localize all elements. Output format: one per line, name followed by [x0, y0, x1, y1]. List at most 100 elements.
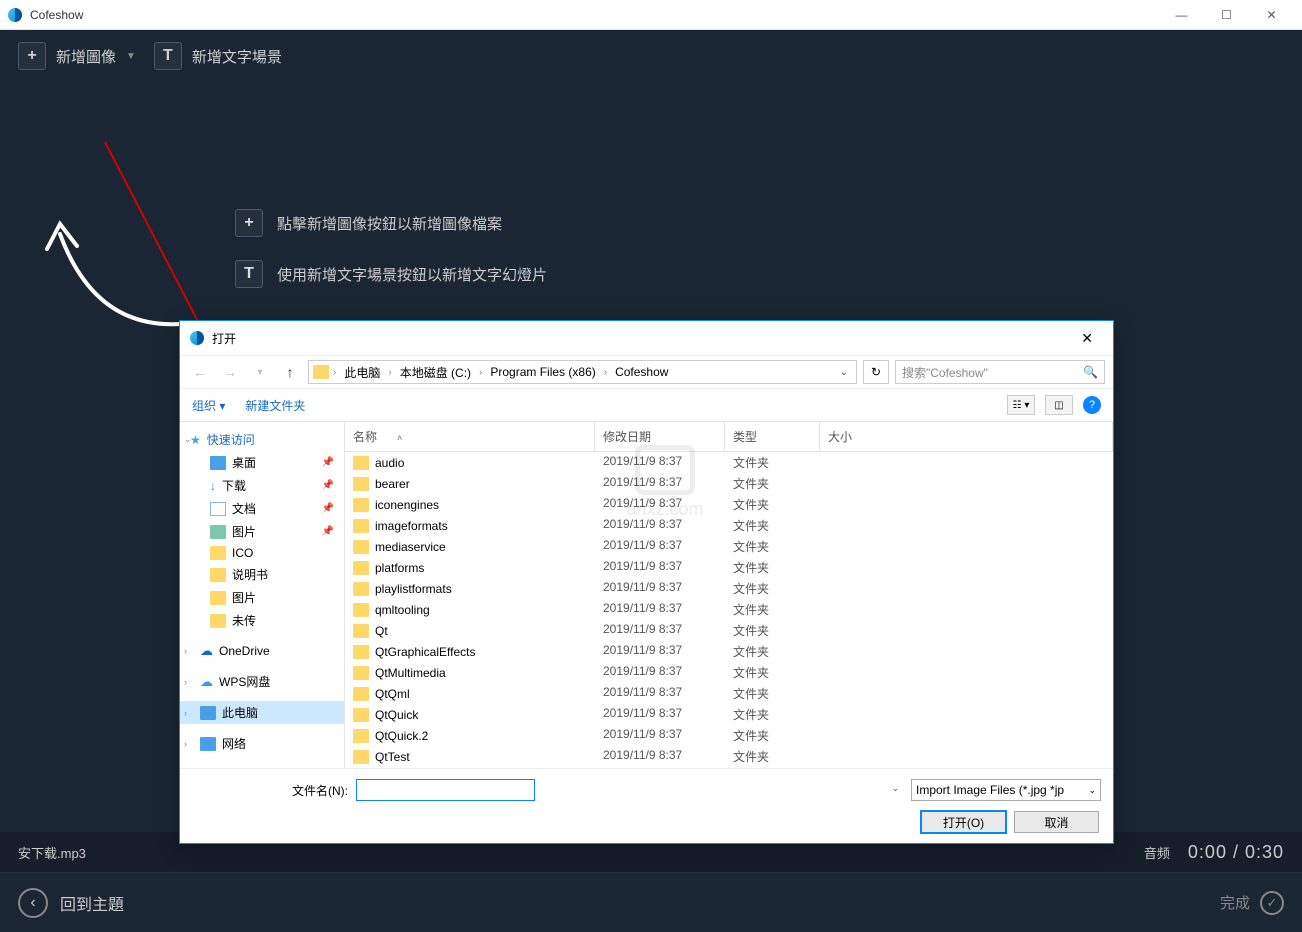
close-button[interactable]: ✕: [1249, 1, 1294, 29]
breadcrumb-dropdown-icon[interactable]: ⌄: [836, 367, 852, 378]
hand-drawn-arrow-icon: [35, 174, 215, 334]
sidebar-item[interactable]: 说明书: [180, 563, 344, 586]
hint-add-text: T 使用新增文字場景按鈕以新增文字幻燈片: [235, 260, 547, 288]
pin-icon: 📌: [322, 503, 334, 514]
folder-icon: [353, 624, 369, 638]
sidebar-item[interactable]: 桌面📌: [180, 451, 344, 474]
file-row[interactable]: audio2019/11/9 8:37文件夹: [345, 452, 1113, 473]
ico-download-icon: ↓: [210, 479, 216, 493]
sidebar-item[interactable]: ↓下载📌: [180, 474, 344, 497]
folder-icon: [353, 477, 369, 491]
back-label: 回到主題: [60, 891, 124, 915]
view-mode-button[interactable]: ☷ ▾: [1007, 395, 1035, 415]
file-row[interactable]: mediaservice2019/11/9 8:37文件夹: [345, 536, 1113, 557]
col-size[interactable]: 大小: [820, 422, 1113, 451]
ico-folder-icon: [210, 591, 226, 605]
file-row[interactable]: QtGraphicalEffects2019/11/9 8:37文件夹: [345, 641, 1113, 662]
sidebar-this-pc[interactable]: › 此电脑: [180, 701, 344, 724]
folder-icon: [353, 519, 369, 533]
ico-folder-icon: [210, 614, 226, 628]
folder-icon: [353, 729, 369, 743]
folder-icon: [313, 365, 329, 379]
file-row[interactable]: QtQml2019/11/9 8:37文件夹: [345, 683, 1113, 704]
time-display: 0:00 / 0:30: [1188, 842, 1284, 863]
sidebar-onedrive[interactable]: › ☁ OneDrive: [180, 640, 344, 662]
file-row[interactable]: qmltooling2019/11/9 8:37文件夹: [345, 599, 1113, 620]
nav-recent-button[interactable]: ▾: [248, 367, 272, 378]
nav-up-button[interactable]: ↑: [278, 364, 302, 380]
done-label: 完成: [1220, 892, 1250, 913]
text-icon: T: [154, 42, 182, 70]
dialog-title: 打开: [212, 330, 1071, 347]
file-row[interactable]: QtMultimedia2019/11/9 8:37文件夹: [345, 662, 1113, 683]
ico-desktop-icon: [210, 456, 226, 470]
crumb-cofeshow[interactable]: Cofeshow: [611, 365, 672, 379]
search-placeholder: 搜索"Cofeshow": [902, 364, 988, 381]
sidebar-quick-access[interactable]: ⌄ ★ 快速访问: [180, 428, 344, 451]
preview-pane-button[interactable]: ◫: [1045, 395, 1073, 415]
folder-icon: [353, 498, 369, 512]
sidebar-item[interactable]: 未传: [180, 609, 344, 632]
file-row[interactable]: QtQuick.22019/11/9 8:37文件夹: [345, 725, 1113, 746]
file-row[interactable]: QtQuick2019/11/9 8:37文件夹: [345, 704, 1113, 725]
col-name[interactable]: 名称˄: [345, 422, 595, 451]
folder-icon: [353, 582, 369, 596]
col-type[interactable]: 类型: [725, 422, 820, 451]
plus-icon: +: [18, 42, 46, 70]
new-folder-button[interactable]: 新建文件夹: [245, 397, 305, 414]
col-date[interactable]: 修改日期: [595, 422, 725, 451]
filename-dropdown-icon[interactable]: ⌄: [891, 783, 899, 794]
network-icon: [200, 737, 216, 751]
breadcrumb[interactable]: › 此电脑 › 本地磁盘 (C:) › Program Files (x86) …: [308, 360, 857, 384]
dialog-logo-icon: [190, 331, 204, 345]
add-image-button[interactable]: + 新增圖像 ▼: [18, 42, 136, 70]
ico-pic-icon: [210, 525, 226, 539]
file-row[interactable]: Qt2019/11/9 8:37文件夹: [345, 620, 1113, 641]
cancel-button[interactable]: 取消: [1014, 811, 1099, 833]
back-arrow-icon: ‹: [18, 888, 48, 918]
open-button[interactable]: 打开(O): [921, 811, 1006, 833]
wps-cloud-icon: ☁: [200, 674, 213, 690]
file-row[interactable]: QtTest2019/11/9 8:37文件夹: [345, 746, 1113, 767]
sidebar-item[interactable]: 文档📌: [180, 497, 344, 520]
file-row[interactable]: iconengines2019/11/9 8:37文件夹: [345, 494, 1113, 515]
organize-button[interactable]: 组织 ▾: [192, 397, 225, 414]
nav-back-button[interactable]: ←: [188, 364, 212, 380]
done-button[interactable]: 完成 ✓: [1220, 891, 1284, 915]
ico-doc-icon: [210, 502, 226, 516]
nav-forward-button[interactable]: →: [218, 364, 242, 380]
filename-input[interactable]: [356, 779, 535, 801]
minimize-button[interactable]: —: [1159, 1, 1204, 29]
sidebar-item[interactable]: ICO: [180, 543, 344, 563]
app-logo-icon: [8, 8, 22, 22]
file-row[interactable]: playlistformats2019/11/9 8:37文件夹: [345, 578, 1113, 599]
toolbar: + 新增圖像 ▼ T 新增文字場景: [0, 30, 1302, 82]
star-icon: ★: [190, 433, 201, 447]
crumb-drive[interactable]: 本地磁盘 (C:): [396, 364, 475, 381]
back-button[interactable]: ‹ 回到主題: [18, 888, 124, 918]
dialog-bottom: 文件名(N): ⌄ Import Image Files (*.jpg *jp …: [180, 768, 1113, 843]
crumb-pc[interactable]: 此电脑: [340, 364, 384, 381]
file-type-filter[interactable]: Import Image Files (*.jpg *jp ⌄: [911, 779, 1101, 801]
folder-icon: [353, 645, 369, 659]
help-button[interactable]: ?: [1083, 396, 1101, 414]
search-input[interactable]: 搜索"Cofeshow" 🔍: [895, 360, 1105, 384]
maximize-button[interactable]: ☐: [1204, 1, 1249, 29]
dialog-body: ⌄ ★ 快速访问 桌面📌↓下载📌文档📌图片📌ICO说明书图片未传 › ☁ One…: [180, 422, 1113, 768]
audio-filename: 安下载.mp3: [18, 843, 86, 862]
titlebar: Cofeshow — ☐ ✕: [0, 0, 1302, 30]
add-text-scene-button[interactable]: T 新增文字場景: [154, 42, 282, 70]
file-row[interactable]: imageformats2019/11/9 8:37文件夹: [345, 515, 1113, 536]
sidebar-wps[interactable]: › ☁ WPS网盘: [180, 670, 344, 693]
filename-label: 文件名(N):: [192, 782, 348, 799]
refresh-button[interactable]: ↻: [863, 360, 889, 384]
folder-icon: [353, 540, 369, 554]
add-image-label: 新增圖像: [56, 46, 116, 67]
crumb-progfiles[interactable]: Program Files (x86): [486, 365, 599, 379]
file-row[interactable]: platforms2019/11/9 8:37文件夹: [345, 557, 1113, 578]
sidebar-network[interactable]: › 网络: [180, 732, 344, 755]
sidebar-item[interactable]: 图片📌: [180, 520, 344, 543]
file-row[interactable]: bearer2019/11/9 8:37文件夹: [345, 473, 1113, 494]
dialog-close-button[interactable]: ✕: [1071, 326, 1103, 351]
sidebar-item[interactable]: 图片: [180, 586, 344, 609]
